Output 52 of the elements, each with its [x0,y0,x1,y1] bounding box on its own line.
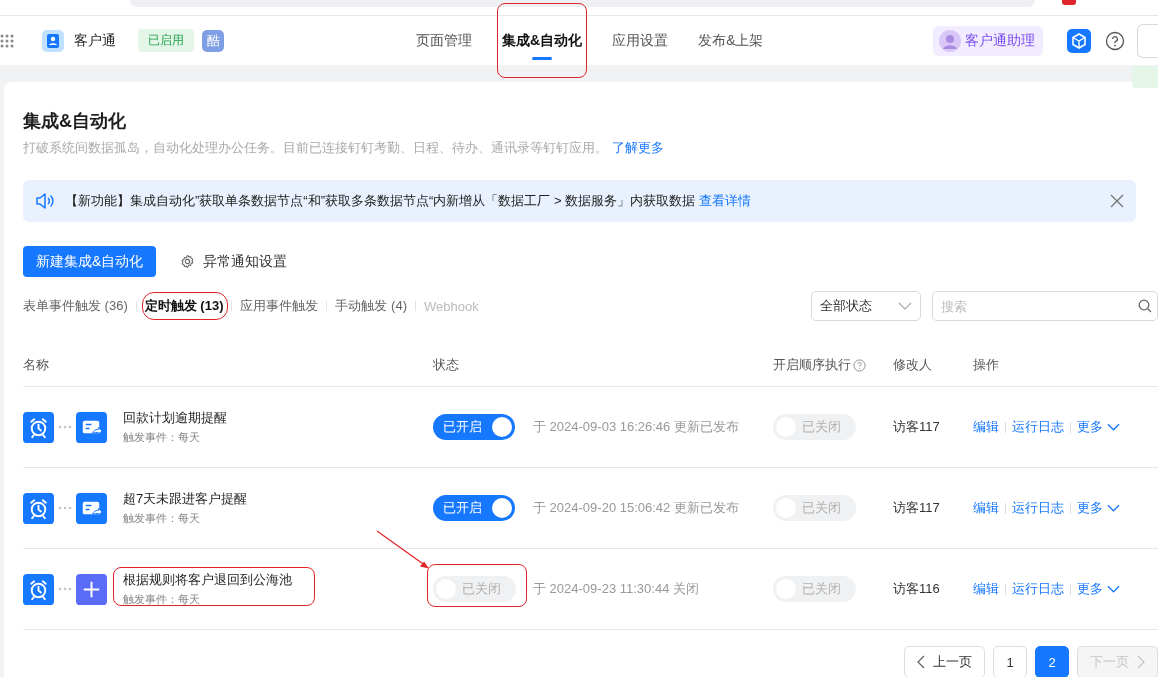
create-button[interactable]: 新建集成&自动化 [23,246,157,277]
column-header: 名称 [23,356,49,374]
update-note: 于 2024-09-23 11:30:44 关闭 [533,580,699,598]
trigger-text: 触发事件：每天 [123,592,201,607]
column-header: 操作 [973,356,999,374]
modifier-name: 访客117 [893,499,940,517]
action-link[interactable]: 编辑 [973,499,999,517]
notification-settings-button[interactable]: 异常通知设置 [180,252,288,271]
page-title: 集成&自动化 [23,110,127,133]
assistant-button[interactable]: 客户通助理 [933,25,1043,56]
page-description: 打破系统间数据孤岛，自动化处理办公任务。目前已连接钉钉考勤、日程、待办、通讯录等钉钉应用。 了解更多 [23,139,665,157]
nav-tab[interactable]: 发布&上架 [698,16,764,65]
more-link[interactable]: 更多 [1077,580,1120,598]
update-note: 于 2024-09-20 15:06:42 更新已发布 [533,499,739,517]
previous-page-button[interactable]: 上一页 [904,646,985,677]
trigger-text: 触发事件：每天 [123,430,201,445]
search-field[interactable]: 搜索 [932,291,1158,321]
filter-tab[interactable]: 表单事件触发 (36) [23,297,128,315]
filter-tab[interactable]: 应用事件触发 [240,297,319,315]
more-link[interactable]: 更多 [1077,418,1120,436]
page-button[interactable]: 1 [993,646,1027,677]
automation-name[interactable]: 超7天未跟进客户提醒 [123,490,248,508]
action-link[interactable]: 运行日志 [1012,580,1064,598]
app-name: 客户通 [74,31,116,50]
nav-tab[interactable]: 集成&自动化 [502,16,583,65]
modifier-name: 访客117 [893,418,940,436]
update-note: 于 2024-09-03 16:26:46 更新已发布 [533,418,739,436]
modifier-name: 访客116 [893,580,940,598]
toggle-switch[interactable]: 已开启 [433,414,515,440]
toggle-switch[interactable]: 已开启 [433,495,515,521]
action-link[interactable]: 编辑 [973,580,999,598]
status-dropdown[interactable]: 全部状态 [811,291,921,321]
action-link[interactable]: 运行日志 [1012,418,1064,436]
column-header: 修改人 [893,356,932,374]
column-header: 开启顺序执行 [773,356,851,374]
column-header: 状态 [433,356,459,374]
nav-tab[interactable]: 页面管理 [416,16,472,65]
automation-name[interactable]: 根据规则将客户退回到公海池 [123,571,292,589]
filter-tab[interactable]: 定时触发 (13) [144,297,224,315]
automation-name[interactable]: 回款计划逾期提醒 [123,409,227,427]
details-link[interactable]: 查看详情 [698,193,751,208]
learn-more-link[interactable]: 了解更多 [611,140,664,155]
action-link[interactable]: 运行日志 [1012,499,1064,517]
user-avatar[interactable]: 酷 [202,29,224,52]
page-button[interactable]: 2 [1035,646,1069,677]
filter-tab[interactable]: 手动触发 (4) [335,297,407,315]
status-badge: 已启用 [138,29,194,52]
nav-tab[interactable]: 应用设置 [612,16,669,65]
action-link[interactable]: 编辑 [973,418,999,436]
more-link[interactable]: 更多 [1077,499,1120,517]
notice-text: 【新功能】集成自动化”获取单条数据节点“和”获取多条数据节点“内新增从「数据工厂 > 数据服务」内获取数据 查看详情 [65,192,751,210]
trigger-text: 触发事件：每天 [123,511,201,526]
